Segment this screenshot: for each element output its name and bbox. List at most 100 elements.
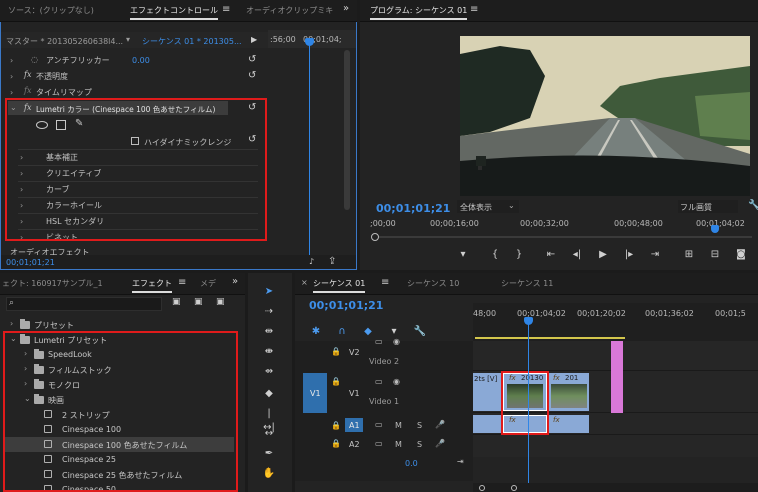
extract-icon[interactable]: ⊟ — [708, 248, 722, 262]
program-playhead[interactable] — [711, 225, 719, 233]
close-icon[interactable]: × — [301, 278, 308, 287]
step-back-icon[interactable]: ◂| — [570, 248, 584, 262]
slide-tool-icon[interactable]: ↔ — [262, 427, 276, 441]
lock-icon[interactable]: 🔒 — [331, 347, 341, 356]
master-volume[interactable]: 0.0 — [405, 459, 418, 468]
go-to-end-icon[interactable]: ⇥ — [457, 457, 464, 466]
track-v1-label[interactable]: V1 — [349, 389, 360, 398]
eye-icon[interactable]: ◉ — [393, 377, 400, 386]
clip-thumbnail — [551, 384, 587, 408]
mark-in-icon[interactable]: { — [488, 248, 502, 262]
program-ruler-time: ;00;00 — [370, 219, 396, 228]
effects-tree-item-label: プリセット — [34, 321, 74, 330]
pen-tool-icon[interactable]: ✒ — [262, 447, 276, 461]
wrench-icon[interactable]: 🔧 — [748, 200, 758, 211]
tab-project[interactable]: ェクト: 160917サンプル_1 — [2, 278, 103, 289]
add-marker-icon[interactable]: ◆ — [361, 325, 375, 339]
timeline-scroll-handle[interactable] — [511, 485, 517, 491]
adjustment-clip[interactable] — [611, 341, 623, 413]
panel-overflow-icon[interactable]: » — [343, 3, 349, 14]
eye-icon[interactable]: ◉ — [393, 337, 400, 346]
tab-sequence-01[interactable]: シーケンス 01 — [313, 278, 366, 293]
microphone-icon[interactable]: 🎤 — [435, 439, 445, 448]
panel-menu-icon[interactable]: ≡ — [222, 4, 230, 15]
ripple-edit-tool-icon[interactable]: ⇹ — [262, 325, 276, 339]
camera-icon[interactable]: ◙ — [734, 248, 748, 262]
program-timecode[interactable]: 00;01;01;21 — [376, 202, 450, 215]
program-ruler-time: 00;00;16;00 — [430, 219, 479, 228]
search-icon: ⌕ — [9, 298, 15, 308]
snap-icon[interactable]: ✱ — [309, 325, 323, 339]
tab-effects[interactable]: エフェクト — [132, 278, 172, 293]
program-scrub-track[interactable] — [376, 236, 752, 238]
panel-overflow-icon[interactable]: » — [232, 276, 238, 287]
hand-tool-icon[interactable]: ✋ — [262, 467, 276, 481]
lock-icon[interactable]: 🔒 — [331, 421, 341, 430]
toggle-sync-icon[interactable]: ▭ — [375, 377, 383, 386]
wrench-icon[interactable]: 🔧 — [413, 325, 427, 339]
panel-menu-icon[interactable]: ≡ — [470, 4, 478, 15]
program-video-frame[interactable] — [460, 36, 750, 196]
tab-sequence-10[interactable]: シーケンス 10 — [407, 278, 459, 289]
yuv-effects-icon[interactable]: ▣ — [216, 297, 225, 307]
lift-icon[interactable]: ⊞ — [682, 248, 696, 262]
lock-icon[interactable]: 🔒 — [331, 377, 341, 386]
add-marker-icon[interactable]: ▾ — [456, 248, 470, 262]
mute-button[interactable]: M — [395, 440, 402, 449]
tab-effect-controls[interactable]: エフェクトコントロール — [130, 5, 218, 20]
tab-program[interactable]: プログラム: シーケンス 01 — [370, 5, 468, 20]
track-a2-label[interactable]: A2 — [349, 440, 360, 449]
mark-out-icon[interactable]: } — [512, 248, 526, 262]
program-monitor-panel: プログラム: シーケンス 01 ≡ 00;01;01;21 全体表示 ⌄ フル画… — [360, 0, 758, 270]
program-ruler-time: 00;00;32;00 — [520, 219, 569, 228]
track-v2-name: Video 2 — [369, 357, 400, 366]
timeline-ruler-time: 00;01;20;02 — [577, 309, 626, 318]
selection-tool-icon[interactable]: ➤ — [262, 285, 276, 299]
timeline-ruler-time: 00;01;36;02 — [645, 309, 694, 318]
folder-icon — [20, 319, 30, 329]
clip-highlight-box — [501, 371, 549, 435]
track-lane-a2 — [473, 435, 758, 457]
tab-source[interactable]: ソース：(クリップなし) — [8, 5, 94, 16]
track-select-tool-icon[interactable]: ⇢ — [262, 305, 276, 319]
rolling-edit-tool-icon[interactable]: ⇼ — [262, 345, 276, 359]
toggle-sync-icon[interactable]: ▭ — [375, 337, 383, 346]
go-to-in-icon[interactable]: ⇤ — [544, 248, 558, 262]
tab-sequence-11[interactable]: シーケンス 11 — [501, 278, 553, 289]
program-scrub-start[interactable] — [371, 233, 379, 241]
quality-dropdown-label: フル画質 — [680, 203, 712, 212]
video-clip-label: 201 — [565, 374, 579, 382]
chevron-right-icon[interactable]: › — [10, 319, 13, 328]
mute-button[interactable]: M — [395, 421, 402, 430]
tab-media-browser[interactable]: メデ — [200, 278, 216, 289]
timeline-ruler-time: 48;00 — [473, 309, 497, 318]
linked-selection-icon[interactable]: ∩ — [335, 325, 349, 339]
toggle-sync-icon[interactable]: ▭ — [375, 439, 383, 448]
panel-menu-icon[interactable]: ≡ — [381, 277, 389, 288]
work-area-bar[interactable] — [475, 337, 625, 339]
effects-tabbar: ェクト: 160917サンプル_1 エフェクト ≡ メデ » — [0, 273, 245, 295]
effects-tree-item[interactable]: › プリセット — [4, 317, 234, 332]
track-v2-label[interactable]: V2 — [349, 348, 360, 357]
panel-menu-icon[interactable]: ≡ — [178, 277, 186, 288]
toggle-sync-icon[interactable]: ▭ — [375, 420, 383, 429]
microphone-icon[interactable]: 🎤 — [435, 420, 445, 429]
lumetri-presets-highlight-box — [3, 331, 238, 492]
accelerated-effects-icon[interactable]: ▣ — [172, 297, 181, 307]
rate-stretch-tool-icon[interactable]: ⇴ — [262, 365, 276, 379]
timeline-timecode[interactable]: 00;01;01;21 — [309, 299, 383, 312]
razor-tool-icon[interactable]: ◆ — [262, 387, 276, 401]
lock-icon[interactable]: 🔒 — [331, 439, 341, 448]
effects-search-input[interactable] — [6, 297, 162, 311]
solo-button[interactable]: S — [417, 440, 422, 449]
program-ruler-time: 00;00;48;00 — [614, 219, 663, 228]
play-icon[interactable]: ▶ — [596, 248, 610, 262]
audio-clip[interactable] — [473, 415, 501, 433]
32bit-effects-icon[interactable]: ▣ — [194, 297, 203, 307]
timeline-scroll-handle[interactable] — [479, 485, 485, 491]
timeline-playhead-line — [528, 321, 529, 492]
solo-button[interactable]: S — [417, 421, 422, 430]
go-to-out-icon[interactable]: ⇥ — [648, 248, 662, 262]
tab-audio-clip-mixer[interactable]: オーディオクリップミキ — [246, 5, 333, 16]
step-forward-icon[interactable]: |▸ — [622, 248, 636, 262]
